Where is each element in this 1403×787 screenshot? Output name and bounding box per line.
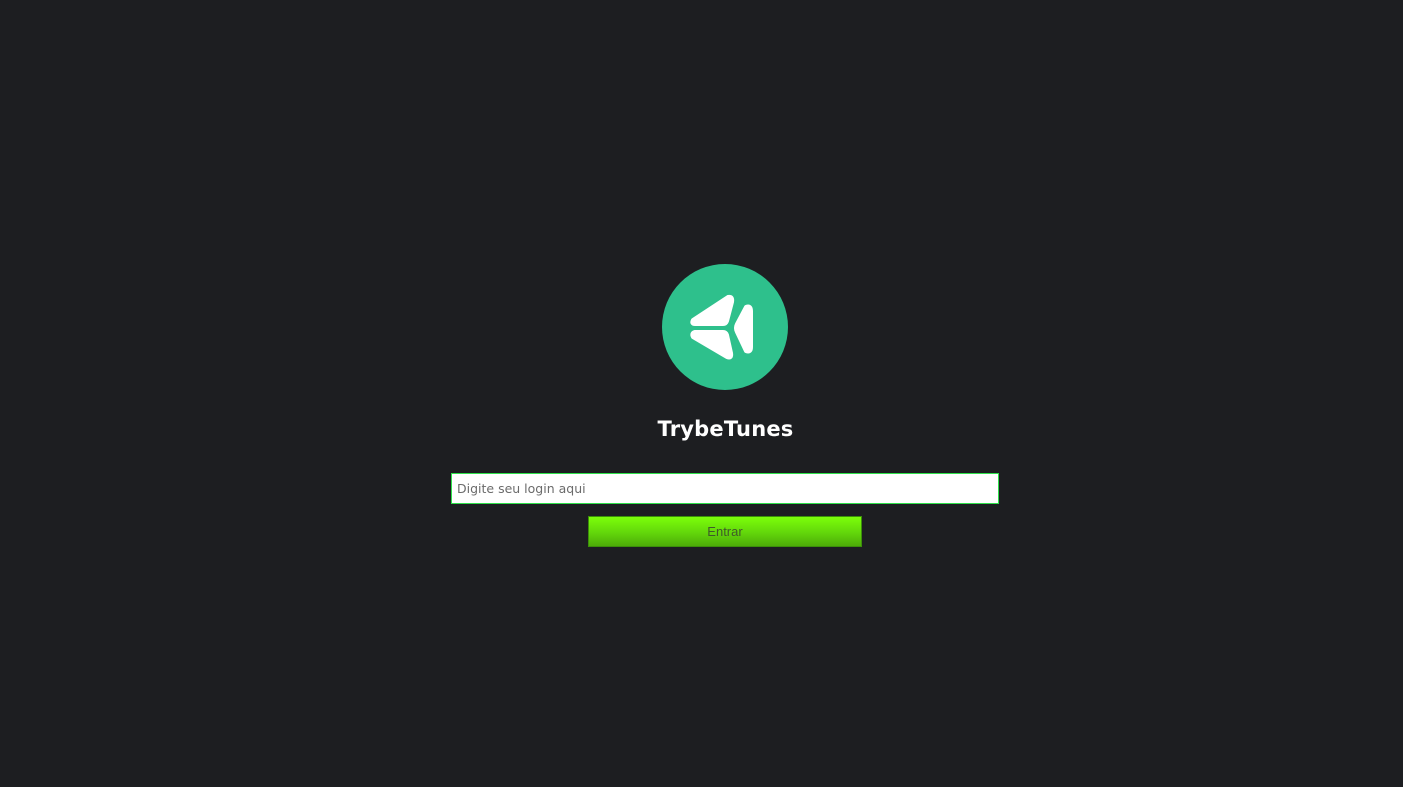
trybe-logo-icon <box>662 264 788 390</box>
enter-button[interactable]: Entrar <box>588 516 862 547</box>
login-page: TrybeTunes Entrar <box>0 0 1403 787</box>
login-input[interactable] <box>451 473 999 504</box>
app-title: TrybeTunes <box>657 417 794 441</box>
